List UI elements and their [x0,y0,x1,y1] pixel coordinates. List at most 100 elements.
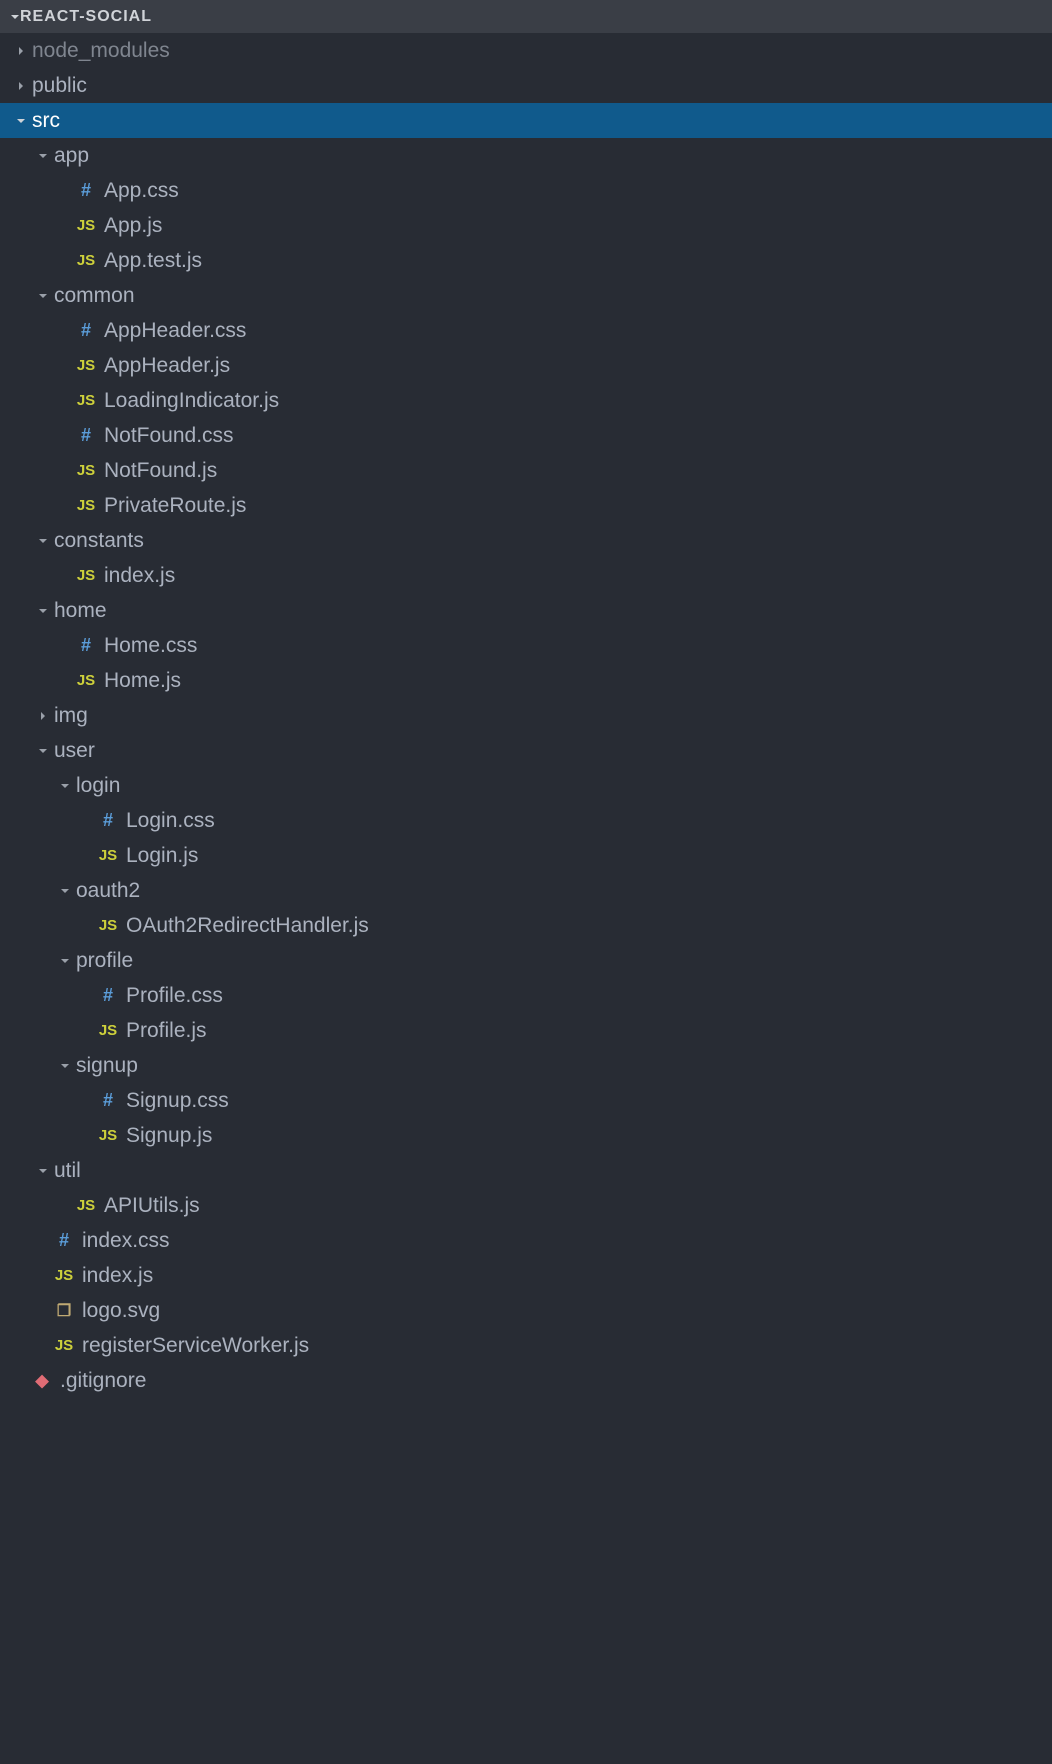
file-item-signup-js[interactable]: JS Signup.js [0,1118,1052,1153]
file-item-app-css[interactable]: #App.css [0,173,1052,208]
file-item-registerserviceworker-js[interactable]: JS registerServiceWorker.js [0,1328,1052,1363]
chevron-down-icon [58,956,72,966]
css-file-icon: # [103,810,113,831]
folder-label: login [76,774,120,798]
js-file-icon: JS [77,567,95,584]
chevron-down-icon [36,291,50,301]
folder-item-src[interactable]: src [0,103,1052,138]
css-file-icon: # [103,985,113,1006]
chevron-down-icon [36,151,50,161]
js-file-icon: JS [55,1267,73,1284]
file-item-apiutils-js[interactable]: JS APIUtils.js [0,1188,1052,1223]
file-item-app-test-js[interactable]: JSApp.test.js [0,243,1052,278]
folder-label: constants [54,529,144,553]
folder-item-login[interactable]: login [0,768,1052,803]
file-item-logo-svg[interactable]: ❐logo.svg [0,1293,1052,1328]
file-item-appheader-css[interactable]: # AppHeader.css [0,313,1052,348]
file-label: Signup.js [126,1124,212,1148]
file-label: index.css [82,1229,170,1253]
file-label: LoadingIndicator.js [104,389,279,413]
folder-item-util[interactable]: util [0,1153,1052,1188]
file-item-loadingindicator-js[interactable]: JS LoadingIndicator.js [0,383,1052,418]
folder-item-profile[interactable]: profile [0,943,1052,978]
file-item-signup-css[interactable]: #Signup.css [0,1083,1052,1118]
file-label: App.css [104,179,179,203]
folder-item-public[interactable]: public [0,68,1052,103]
chevron-right-icon [14,46,28,56]
file-label: NotFound.js [104,459,217,483]
file-item-appheader-js[interactable]: JSAppHeader.js [0,348,1052,383]
file-label: Signup.css [126,1089,229,1113]
file-label: AppHeader.css [104,319,246,343]
chevron-down-icon [10,5,20,28]
file-label: APIUtils.js [104,1194,200,1218]
chevron-right-icon [14,81,28,91]
file-item-privateroute-js[interactable]: JS PrivateRoute.js [0,488,1052,523]
file-item-home-js[interactable]: JSHome.js [0,663,1052,698]
file-label: registerServiceWorker.js [82,1334,309,1358]
git-file-icon: ◆ [35,1371,48,1391]
chevron-down-icon [14,116,28,126]
folder-item-user[interactable]: user [0,733,1052,768]
file-item-home-css[interactable]: #Home.css [0,628,1052,663]
folder-item-node-modules[interactable]: node_modules [0,33,1052,68]
file-item-login-js[interactable]: JS Login.js [0,838,1052,873]
js-file-icon: JS [77,672,95,689]
css-file-icon: # [81,425,91,446]
folder-item-constants[interactable]: constants [0,523,1052,558]
js-file-icon: JS [99,847,117,864]
file-item-profile-js[interactable]: JS Profile.js [0,1013,1052,1048]
folder-label: node_modules [32,39,170,63]
file-item-index-js[interactable]: JS index.js [0,558,1052,593]
folder-item-signup[interactable]: signup [0,1048,1052,1083]
js-file-icon: JS [77,1197,95,1214]
explorer-header[interactable]: REACT-SOCIAL [0,0,1052,33]
css-file-icon: # [81,635,91,656]
file-item-oauth2redirecthandler-js[interactable]: JSOAuth2RedirectHandler.js [0,908,1052,943]
chevron-down-icon [58,781,72,791]
file-item-notfound-css[interactable]: #NotFound.css [0,418,1052,453]
file-label: AppHeader.js [104,354,230,378]
css-file-icon: # [81,320,91,341]
file-label: Login.js [126,844,198,868]
file-label: index.js [104,564,175,588]
folder-label: profile [76,949,133,973]
folder-item-home[interactable]: home [0,593,1052,628]
file-label: App.js [104,214,162,238]
chevron-right-icon [36,711,50,721]
js-file-icon: JS [99,1022,117,1039]
file-item--gitignore[interactable]: ◆.gitignore [0,1363,1052,1398]
folder-label: util [54,1159,81,1183]
chevron-down-icon [58,1061,72,1071]
folder-item-oauth2[interactable]: oauth2 [0,873,1052,908]
file-label: Profile.js [126,1019,207,1043]
file-label: index.js [82,1264,153,1288]
chevron-down-icon [58,886,72,896]
js-file-icon: JS [77,497,95,514]
file-item-profile-css[interactable]: #Profile.css [0,978,1052,1013]
project-title: REACT-SOCIAL [20,8,152,26]
folder-label: home [54,599,107,623]
file-item-index-js[interactable]: JS index.js [0,1258,1052,1293]
file-tree: node_modulespublicsrcapp#App.cssJSApp.js… [0,33,1052,1398]
image-file-icon: ❐ [57,1301,71,1321]
folder-item-app[interactable]: app [0,138,1052,173]
folder-label: user [54,739,95,763]
file-item-login-css[interactable]: #Login.css [0,803,1052,838]
file-item-app-js[interactable]: JS App.js [0,208,1052,243]
file-label: App.test.js [104,249,202,273]
file-label: PrivateRoute.js [104,494,246,518]
js-file-icon: JS [99,1127,117,1144]
folder-item-img[interactable]: img [0,698,1052,733]
file-item-notfound-js[interactable]: JS NotFound.js [0,453,1052,488]
folder-label: img [54,704,88,728]
js-file-icon: JS [55,1337,73,1354]
file-item-index-css[interactable]: #index.css [0,1223,1052,1258]
chevron-down-icon [36,746,50,756]
chevron-down-icon [36,606,50,616]
folder-label: common [54,284,135,308]
js-file-icon: JS [77,392,95,409]
folder-item-common[interactable]: common [0,278,1052,313]
js-file-icon: JS [77,462,95,479]
js-file-icon: JS [77,217,95,234]
